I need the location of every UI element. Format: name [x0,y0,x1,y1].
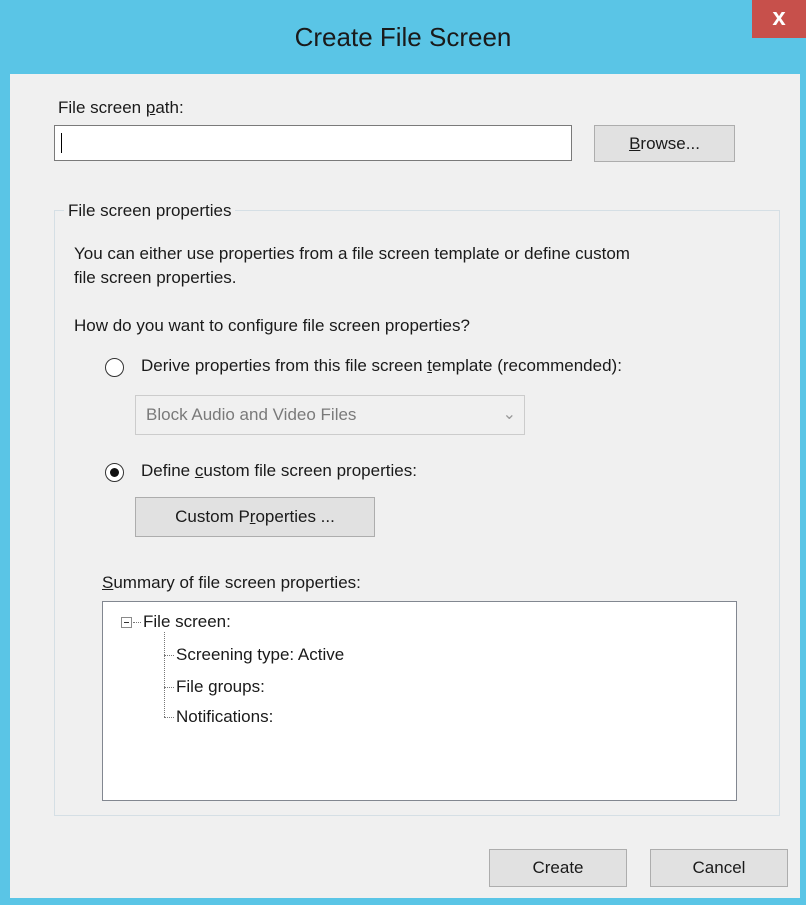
define-custom-label[interactable]: Define custom file screen properties: [141,461,417,481]
cancel-button[interactable]: Cancel [650,849,788,887]
custom-properties-button[interactable]: Custom Properties ... [135,497,375,537]
browse-label: rowse... [640,134,700,153]
title-bar[interactable]: Create File Screen x [0,0,806,74]
define-custom-radio[interactable] [105,463,124,482]
file-screen-path-label: File screen path: [58,98,184,118]
derive-label-text-end: emplate (recommended): [432,356,622,375]
text-caret [61,133,62,153]
tree-connector [164,687,174,688]
description-line-2: file screen properties. [74,268,237,287]
tree-node-notifications[interactable]: Notifications: [176,707,273,727]
template-select-value: Block Audio and Video Files [146,405,357,424]
custom-label-text: Define [141,461,195,480]
minus-glyph [124,622,129,623]
custom-button-text: Custom P [175,507,250,526]
tree-connector [164,717,174,718]
tree-node-screening-type[interactable]: Screening type: Active [176,645,344,665]
radio-selected-dot [110,468,119,477]
derive-from-template-radio[interactable] [105,358,124,377]
collapse-icon[interactable] [121,617,132,628]
path-label-text-end: ath: [155,98,184,117]
summary-tree[interactable]: File screen: Screening type: Active File… [102,601,737,801]
path-label-text: File screen [58,98,146,117]
summary-label: Summary of file screen properties: [102,573,361,593]
custom-label-text-end: ustom file screen properties: [203,461,417,480]
template-select[interactable]: Block Audio and Video Files ⌄ [135,395,525,435]
tree-node-file-screen[interactable]: File screen: [143,612,231,632]
tree-connector [133,622,141,623]
custom-button-text-end: operties ... [255,507,335,526]
tree-connector [164,655,174,656]
tree-node-file-groups[interactable]: File groups: [176,677,265,697]
file-screen-path-input[interactable] [54,125,572,161]
summary-accelerator: S [102,573,114,592]
chevron-down-icon: ⌄ [502,406,516,423]
derive-from-template-label[interactable]: Derive properties from this file screen … [141,356,622,376]
group-title: File screen properties [64,201,236,221]
close-button[interactable]: x [752,0,806,38]
path-label-accelerator: p [145,98,156,117]
create-button[interactable]: Create [489,849,627,887]
tree-connector [164,632,165,717]
dialog-title: Create File Screen [294,22,512,52]
derive-label-text: Derive properties from this file screen [141,356,428,375]
summary-label-text: ummary of file screen properties: [113,573,361,592]
browse-accelerator: B [629,134,641,153]
browse-button[interactable]: Browse... [594,125,735,162]
configure-question: How do you want to configure file screen… [74,316,470,335]
description-line-1: You can either use properties from a fil… [74,244,630,263]
